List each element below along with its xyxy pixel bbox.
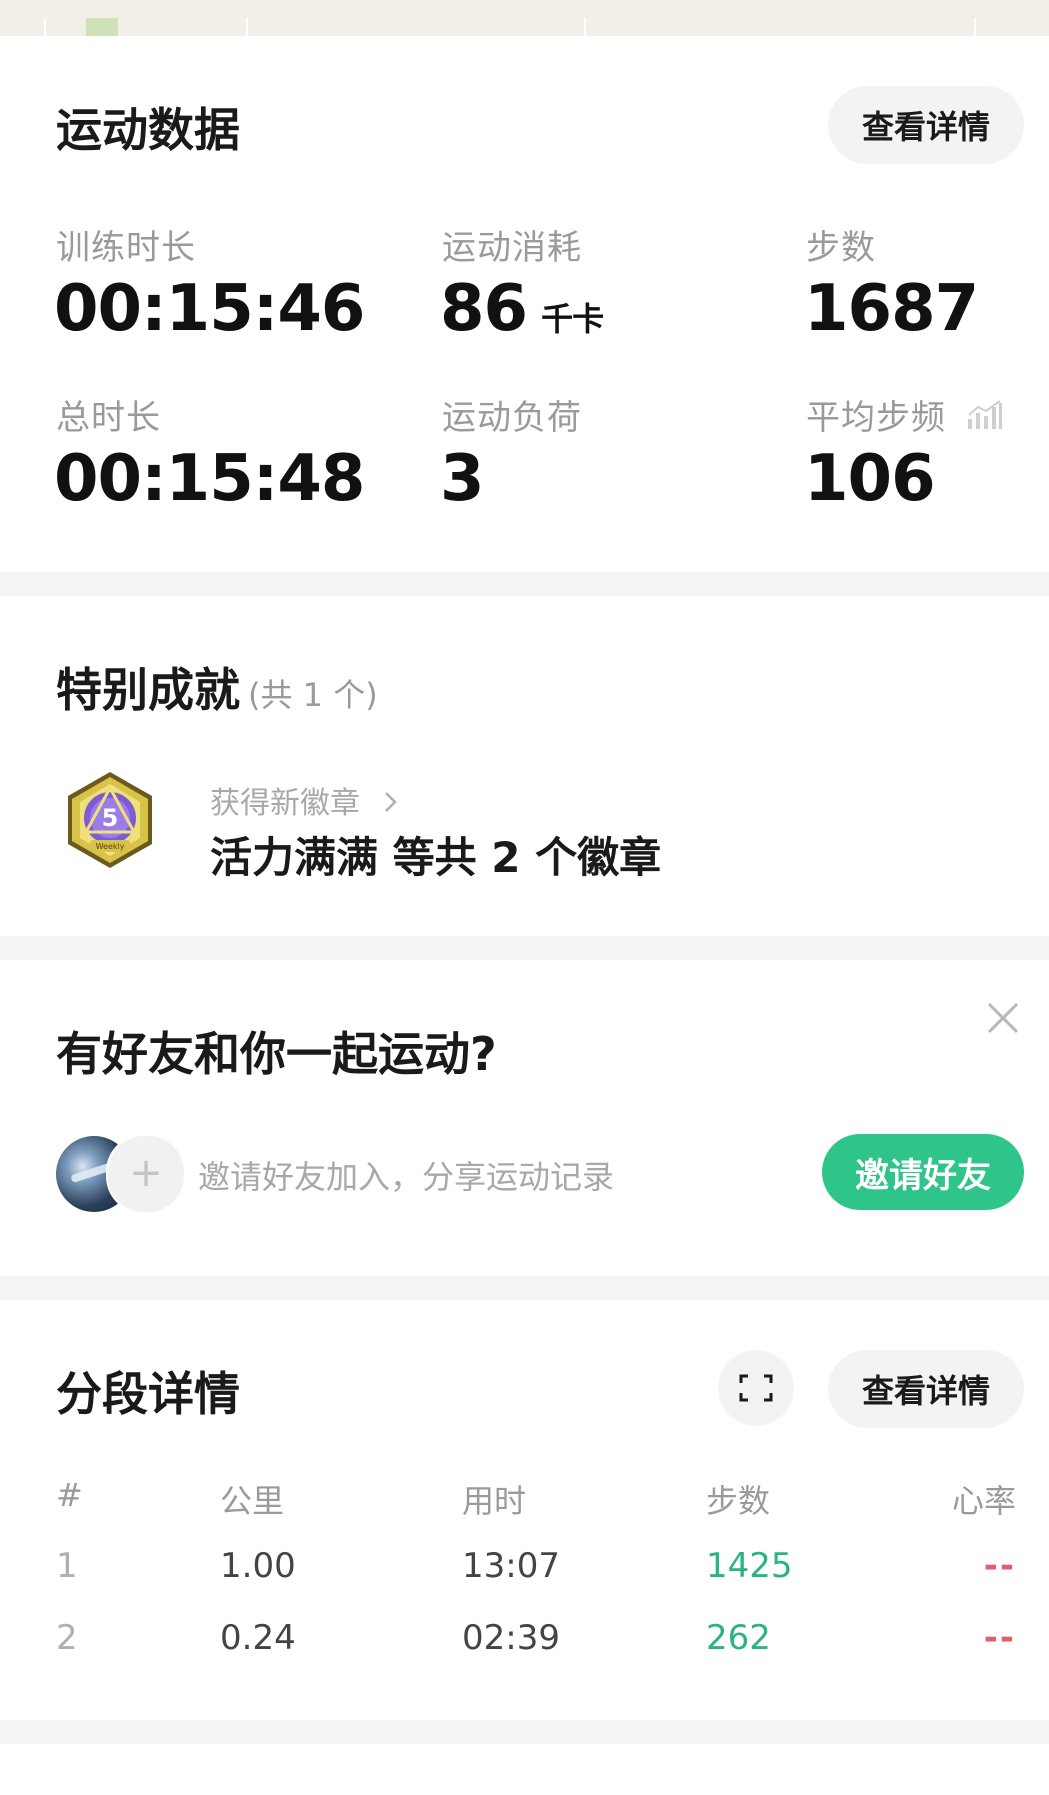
row-heart-rate: -- — [983, 1546, 1016, 1586]
stat-label-steps: 步数 — [806, 228, 876, 268]
map-road — [584, 18, 586, 36]
avg-cadence-label: 平均步频 — [806, 398, 946, 438]
stat-label-calories: 运动消耗 — [442, 228, 582, 268]
new-badge-link-text: 获得新徽章 — [210, 786, 360, 821]
stat-value-avg-cadence: 106 — [804, 442, 936, 516]
invite-friends-button[interactable]: 邀请好友 — [822, 1134, 1024, 1210]
invite-friends-card: 有好友和你一起运动? + 邀请好友加入，分享运动记录 邀请好友 — [0, 960, 1049, 1276]
row-km: 0.24 — [220, 1618, 296, 1658]
header-index: # — [56, 1476, 83, 1514]
stat-label-training-load: 运动负荷 — [442, 398, 582, 438]
header-km: 公里 — [220, 1482, 285, 1520]
row-heart-rate: -- — [983, 1618, 1016, 1658]
weekly-badge-icon[interactable]: 5 Weekly — [60, 770, 160, 870]
header-time: 用时 — [462, 1482, 527, 1520]
stat-label-training-duration: 训练时长 — [56, 228, 196, 268]
stat-label-avg-cadence[interactable]: 平均步频 — [806, 390, 1004, 440]
workout-stats-card: 运动数据 查看详情 训练时长 00:15:46 运动消耗 86 千卡 步数 168… — [0, 36, 1049, 572]
achievements-count: (共 1 个) — [248, 676, 378, 714]
stat-value-steps: 1687 — [804, 272, 979, 346]
calories-number: 86 — [440, 272, 528, 346]
map-road — [246, 18, 248, 36]
map-preview-strip — [0, 0, 1049, 36]
new-badge-link[interactable]: 获得新徽章 — [210, 778, 398, 822]
splits-details-button[interactable]: 查看详情 — [828, 1350, 1024, 1428]
badge-summary[interactable]: 活力满满 等共 2 个徽章 — [210, 824, 661, 885]
achievements-title-text: 特别成就 — [56, 663, 240, 717]
row-time: 02:39 — [462, 1618, 560, 1658]
stat-value-total-duration: 00:15:48 — [54, 442, 365, 516]
stats-details-button[interactable]: 查看详情 — [828, 86, 1024, 164]
split-details-card: 分段详情 查看详情 # 公里 用时 步数 心率 1 1.00 13:07 142… — [0, 1300, 1049, 1720]
map-road — [44, 18, 46, 36]
stat-value-training-load: 3 — [440, 442, 485, 516]
row-index: 2 — [56, 1618, 78, 1658]
row-time: 13:07 — [462, 1546, 560, 1586]
stat-label-total-duration: 总时长 — [56, 398, 161, 438]
close-icon[interactable] — [983, 1000, 1023, 1040]
achievements-title: 特别成就 (共 1 个) — [56, 654, 378, 720]
invite-friends-title: 有好友和你一起运动? — [56, 1027, 497, 1081]
invite-hint-text: 邀请好友加入，分享运动记录 — [198, 1158, 615, 1196]
badge-weekly-text: Weekly — [96, 842, 125, 851]
table-row: 1 1.00 13:07 1425 -- — [56, 1546, 1016, 1618]
table-row: 2 0.24 02:39 262 -- — [56, 1618, 1016, 1690]
fullscreen-icon[interactable] — [718, 1350, 794, 1426]
splits-table: # 公里 用时 步数 心率 1 1.00 13:07 1425 -- 2 0.2… — [56, 1476, 1016, 1690]
stat-value-training-duration: 00:15:46 — [54, 272, 365, 346]
row-index: 1 — [56, 1546, 78, 1586]
stats-title: 运动数据 — [56, 103, 240, 157]
map-park-tile — [86, 18, 118, 36]
row-steps: 1425 — [706, 1546, 793, 1586]
row-steps: 262 — [706, 1618, 771, 1658]
calories-unit: 千卡 — [541, 300, 604, 338]
stat-value-calories: 86 千卡 — [440, 272, 604, 346]
achievements-card: 特别成就 (共 1 个) 5 Weekly 获得新徽章 活力满满 等共 2 个徽章 — [0, 596, 1049, 936]
svg-text:5: 5 — [102, 804, 119, 832]
add-friend-icon[interactable]: + — [106, 1134, 186, 1214]
trend-chart-icon[interactable] — [966, 399, 1004, 440]
header-heart-rate: 心率 — [951, 1482, 1016, 1520]
map-road — [974, 18, 976, 36]
table-header-row: # 公里 用时 步数 心率 — [56, 1476, 1016, 1546]
chevron-right-icon — [374, 786, 398, 821]
next-card-edge — [0, 1744, 1049, 1795]
row-km: 1.00 — [220, 1546, 296, 1586]
header-steps: 步数 — [706, 1482, 771, 1520]
splits-title: 分段详情 — [56, 1367, 240, 1421]
